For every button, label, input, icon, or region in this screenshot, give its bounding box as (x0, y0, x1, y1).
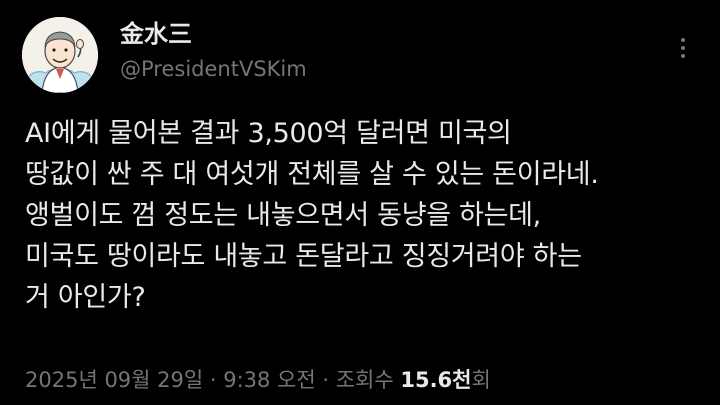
more-options-button[interactable] (668, 28, 698, 68)
tweet-text: AI에게 물어본 결과 3,500억 달러면 미국의 땅값이 싼 주 대 여섯개… (25, 113, 715, 318)
views-count[interactable]: 15.6천 (400, 368, 471, 392)
more-options-icon (681, 38, 685, 42)
views-suffix: 회 (471, 368, 491, 392)
display-name[interactable]: 金水三 (120, 19, 192, 49)
tweet-meta: 2025년 09월 29일 · 9:38 오전 · 조회수 15.6천회 (25, 366, 491, 394)
more-options-icon (681, 46, 685, 50)
tweet-text-line: 미국도 땅이라도 내놓고 돈달라고 징징거려야 하는 (25, 241, 582, 272)
avatar[interactable] (22, 17, 98, 93)
timestamp[interactable]: 2025년 09월 29일 · 9:38 오전 · 조회수 (25, 368, 400, 392)
tweet-text-line: 거 아인가? (25, 282, 146, 313)
tweet-text-line: 앵벌이도 껌 정도는 내놓으면서 동냥을 하는데, (25, 200, 541, 231)
tweet-text-line: 땅값이 싼 주 대 여섯개 전체를 살 수 있는 돈이라네. (25, 159, 599, 190)
user-handle[interactable]: @PresidentVSKim (120, 55, 307, 83)
cartoon-portrait-icon (22, 17, 98, 93)
tweet-text-line: AI에게 물어본 결과 3,500억 달러면 미국의 (25, 118, 512, 149)
more-options-icon (681, 54, 685, 58)
